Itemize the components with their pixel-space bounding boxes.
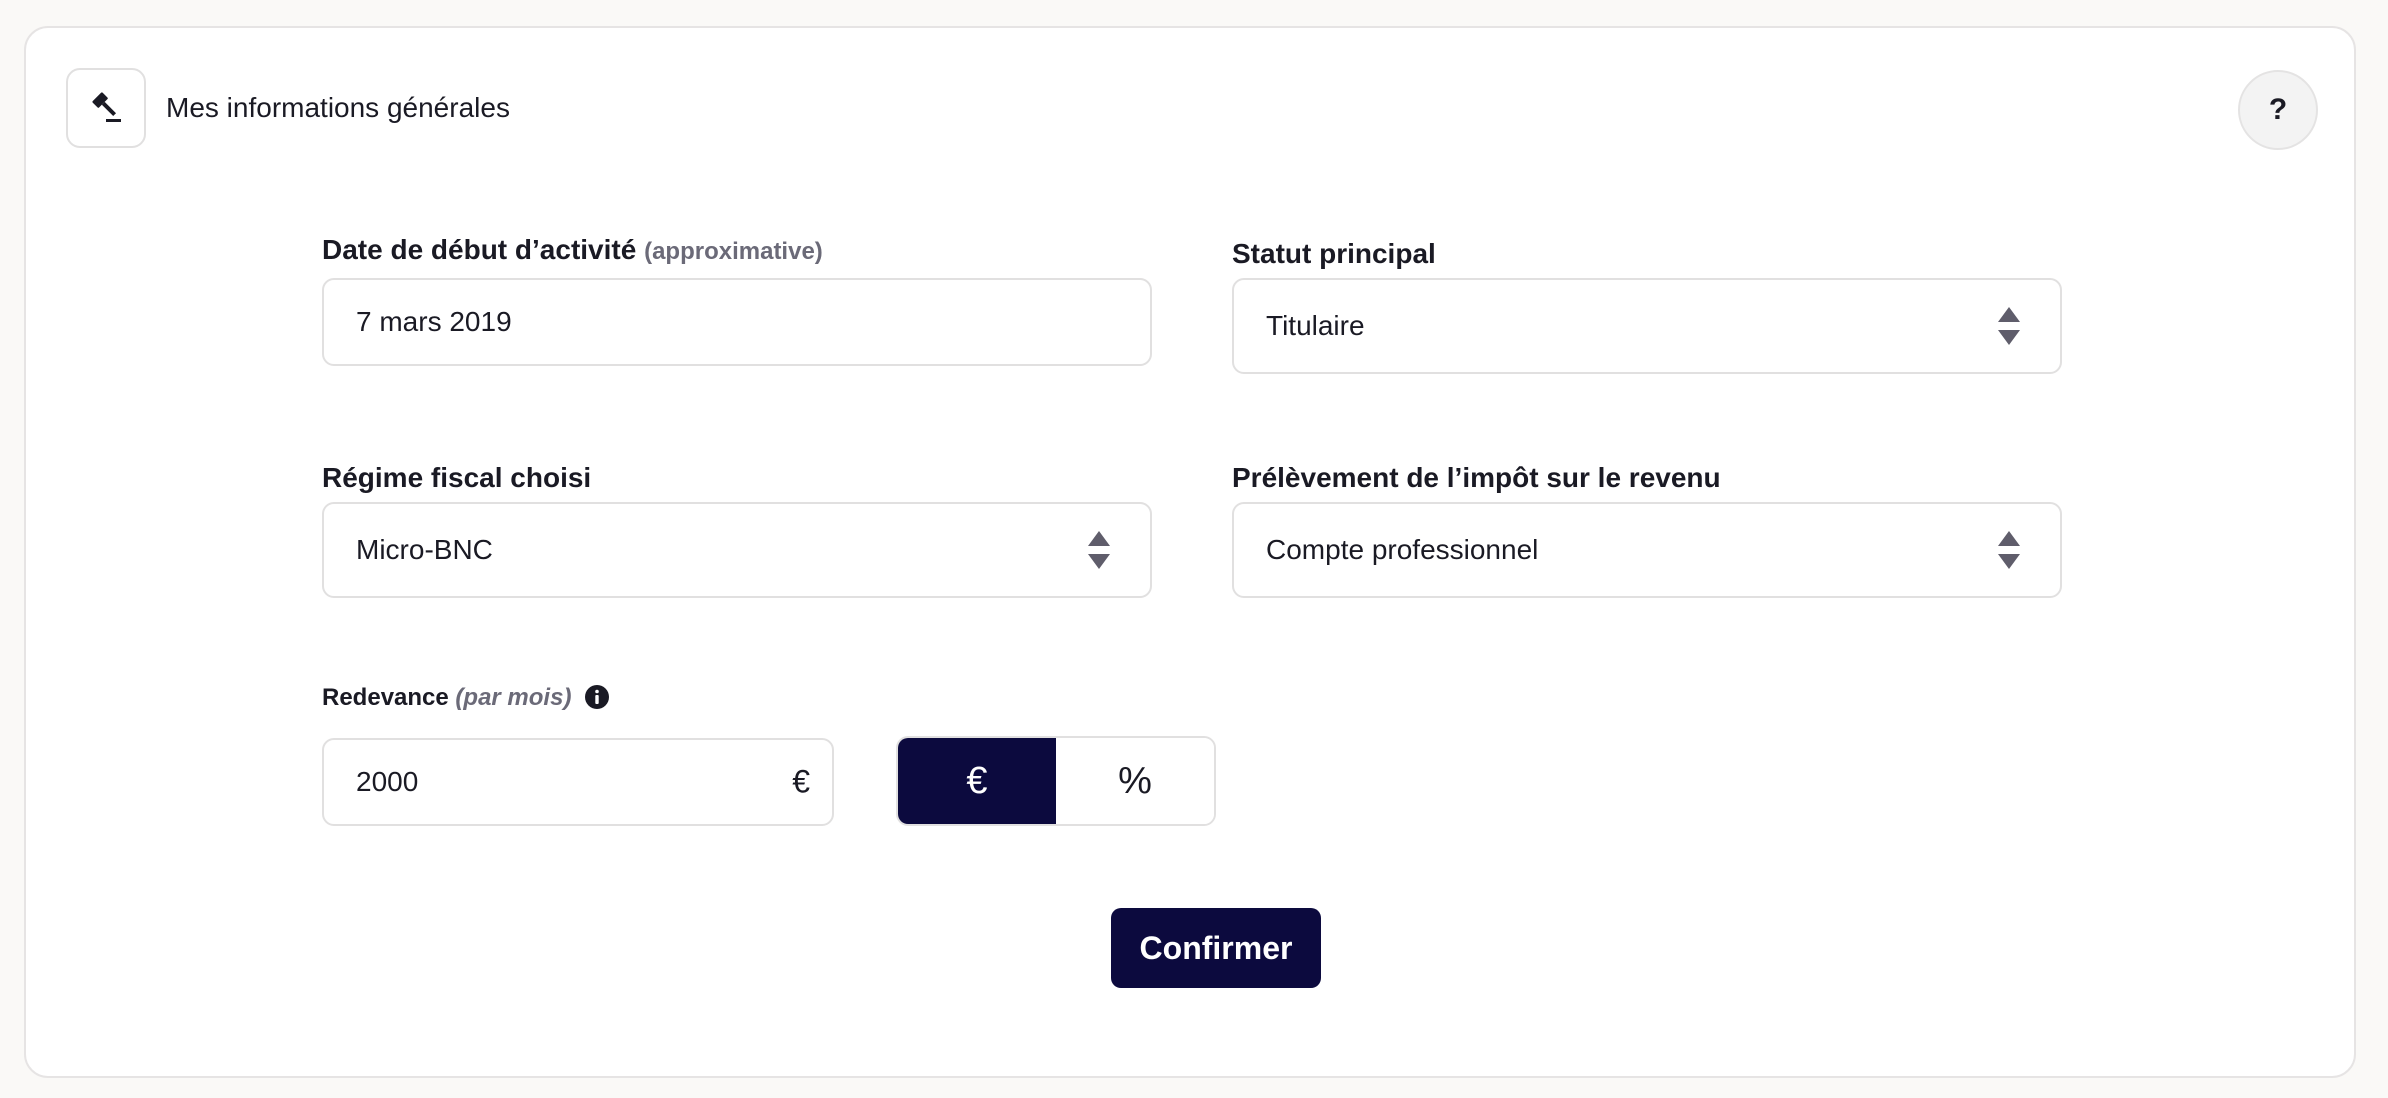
royalty-label: Redevance (par mois) <box>322 680 610 716</box>
royalty-hint: (par mois) <box>455 684 572 711</box>
tax-withholding-select[interactable]: Compte professionnel <box>1232 502 2062 598</box>
euro-suffix: € <box>792 763 810 800</box>
toggle-percent-option[interactable]: % <box>1056 738 1214 824</box>
select-arrows-icon <box>1998 531 2020 569</box>
status-select[interactable]: Titulaire <box>1232 278 2062 374</box>
start-date-hint: (approximative) <box>644 238 823 265</box>
help-button[interactable]: ? <box>2238 70 2318 150</box>
start-date-input[interactable]: 7 mars 2019 <box>322 278 1152 366</box>
start-date-label: Date de début d’activité (approximative) <box>322 234 823 265</box>
tax-withholding-label: Prélèvement de l’impôt sur le revenu <box>1232 462 1721 493</box>
select-arrows-icon <box>1998 307 2020 345</box>
tax-regime-label: Régime fiscal choisi <box>322 462 592 493</box>
general-info-card: Mes informations générales ? Date de déb… <box>24 26 2356 1078</box>
confirm-button[interactable]: Confirmer <box>1111 908 1321 988</box>
info-icon[interactable] <box>584 684 610 710</box>
gavel-icon <box>66 68 146 148</box>
page-title: Mes informations générales <box>166 92 510 123</box>
status-label: Statut principal <box>1232 238 1436 269</box>
select-arrows-icon <box>1088 531 1110 569</box>
unit-toggle[interactable]: € % <box>896 736 1216 826</box>
royalty-input[interactable]: 2000 € <box>322 738 834 826</box>
toggle-euro-option[interactable]: € <box>898 738 1056 824</box>
tax-regime-select[interactable]: Micro-BNC <box>322 502 1152 598</box>
